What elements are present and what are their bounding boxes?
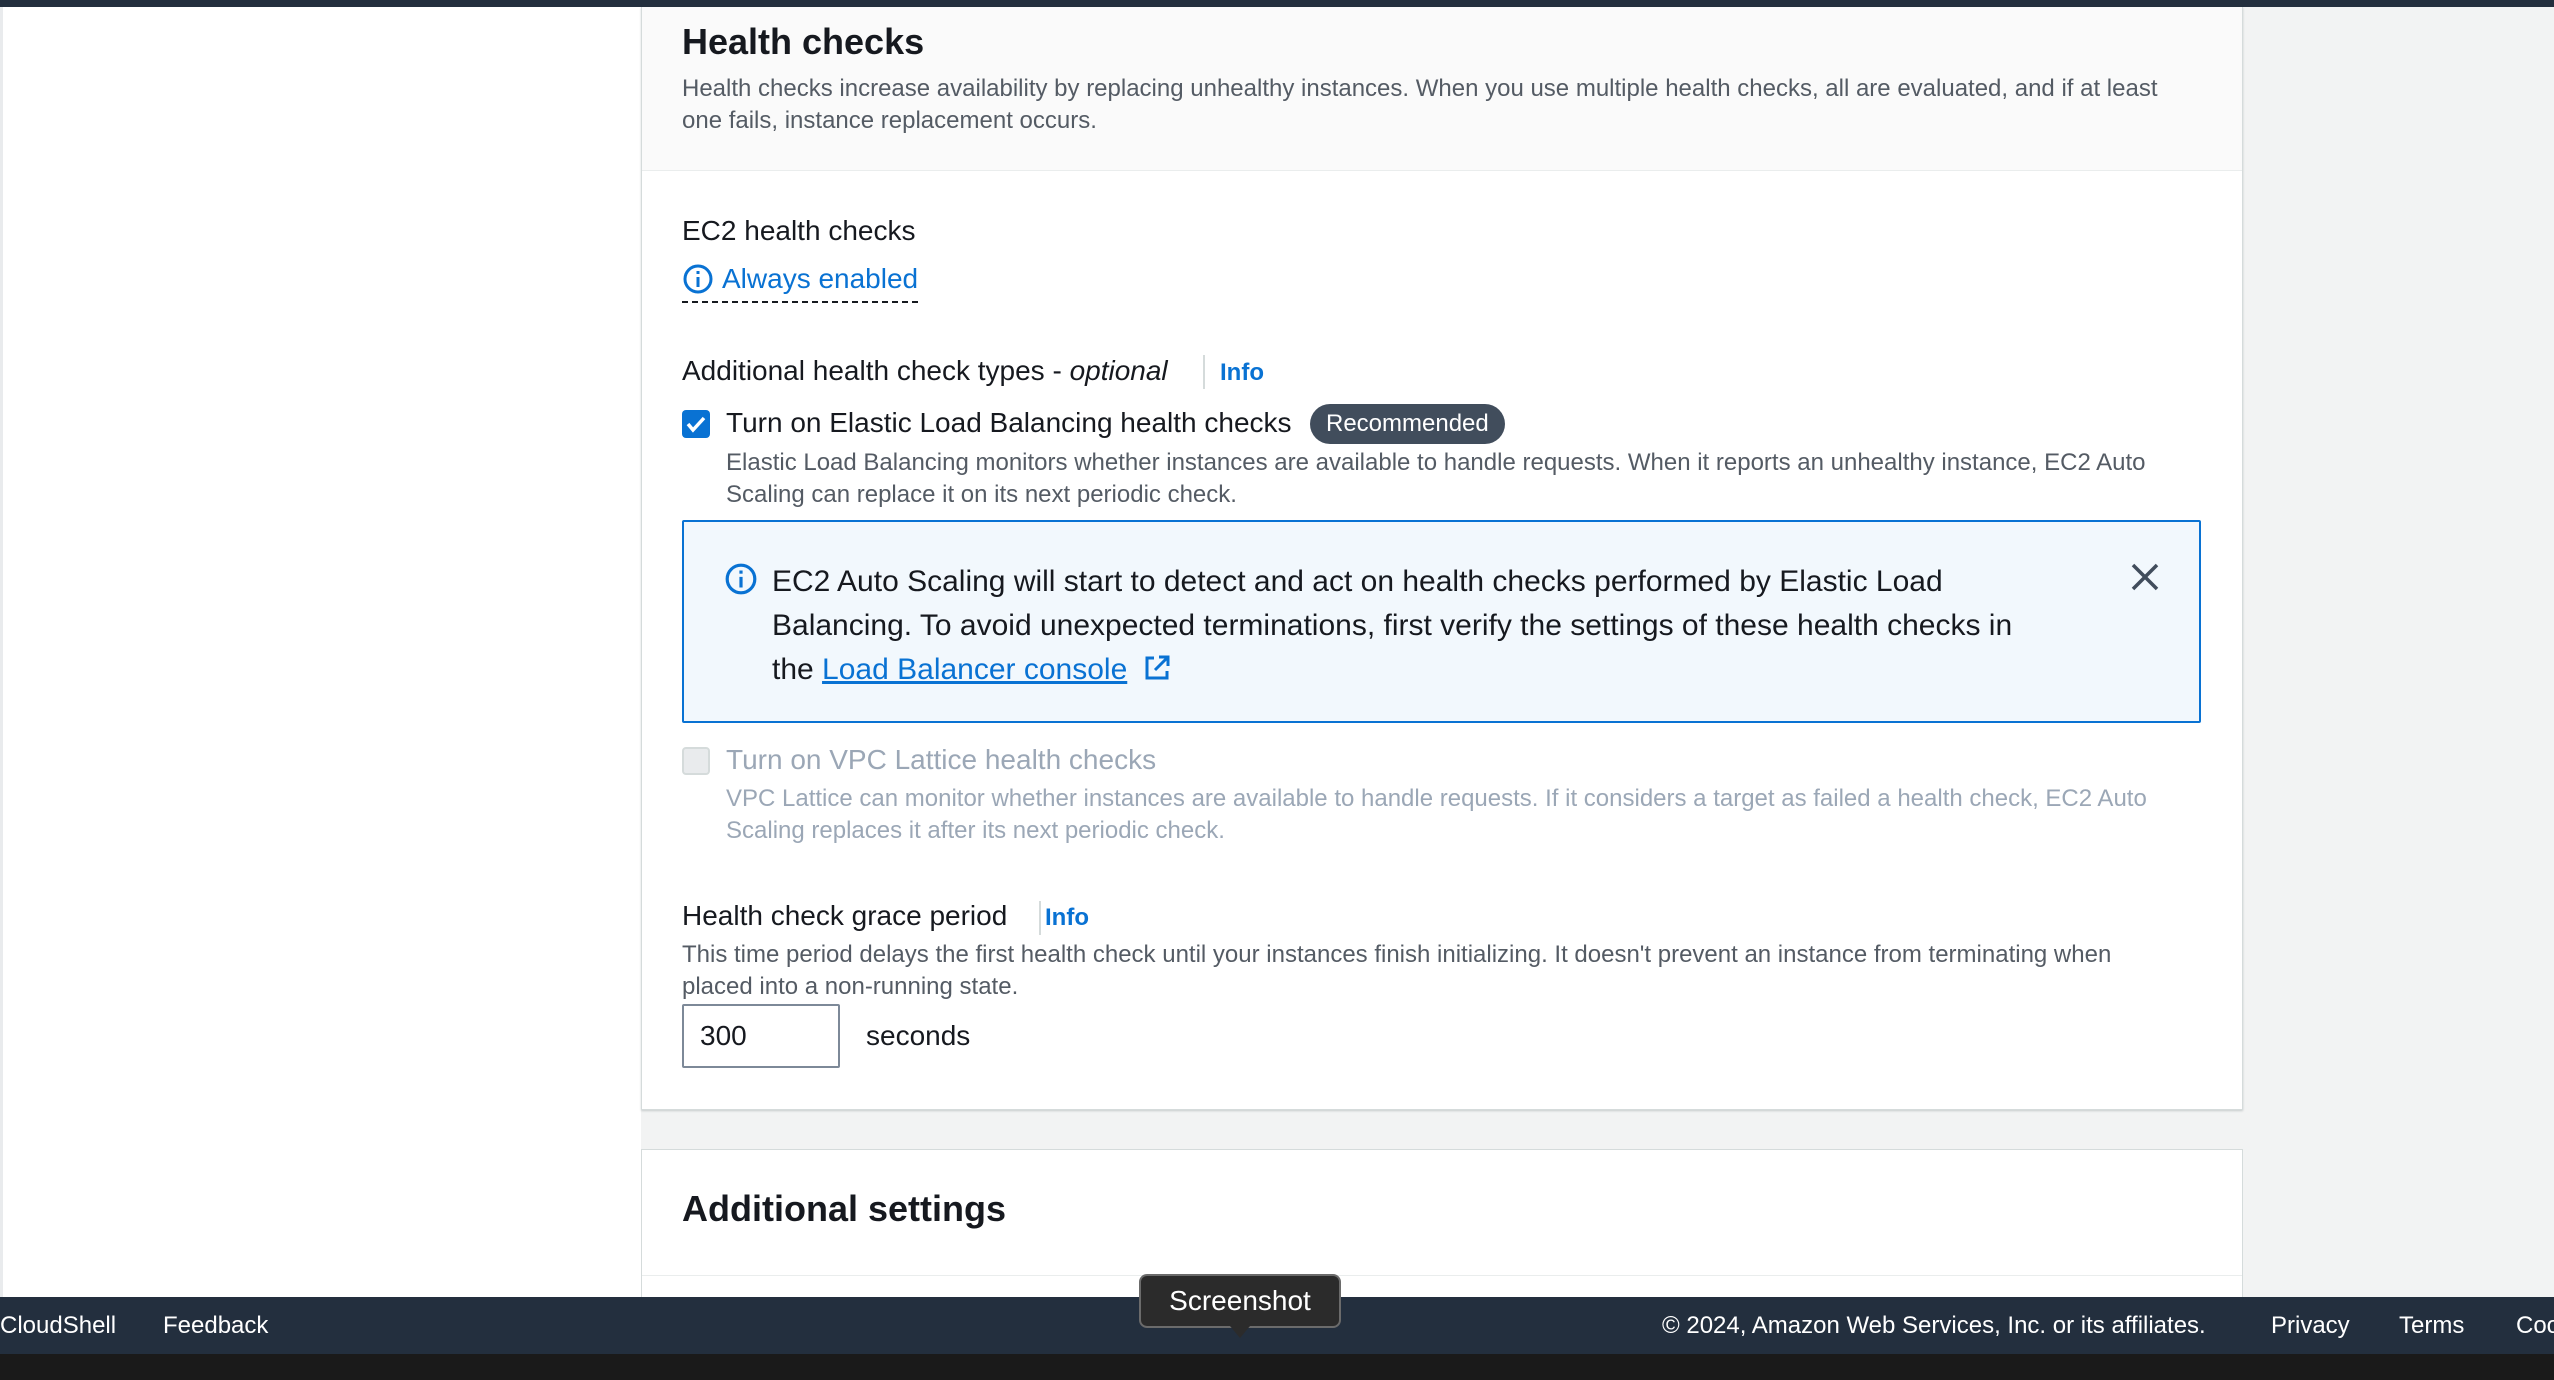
copyright-text: © 2024, Amazon Web Services, Inc. or its… — [1662, 1312, 2206, 1339]
info-circle-icon — [725, 563, 757, 595]
additional-settings-panel: Additional settings — [641, 1149, 2243, 1309]
grace-period-label: Health check grace period — [682, 900, 1008, 931]
grace-period-description-line1: This time period delays the first health… — [682, 941, 2112, 968]
feedback-link[interactable]: Feedback — [163, 1312, 268, 1340]
additional-info-link[interactable]: Info — [1220, 359, 1264, 387]
elb-description-line1: Elastic Load Balancing monitors whether … — [726, 449, 2146, 476]
panel-header: Health checks Health checks increase ava… — [642, 7, 2242, 171]
vpc-lattice-checkbox[interactable] — [682, 747, 710, 775]
info-circle-icon — [683, 264, 713, 294]
always-enabled-status[interactable]: Always enabled — [682, 259, 919, 303]
grace-period-info-link[interactable]: Info — [1045, 904, 1089, 932]
alert-message: EC2 Auto Scaling will start to detect an… — [772, 565, 2013, 686]
cookie-preferences-link[interactable]: Coo — [2516, 1312, 2554, 1340]
panel-description-line2: one fails, instance replacement occurs. — [682, 107, 1097, 134]
top-nav-bar — [0, 0, 2554, 7]
privacy-link[interactable]: Privacy — [2271, 1312, 2350, 1340]
vpc-lattice-label: Turn on VPC Lattice health checks — [726, 744, 1157, 775]
additional-health-check-types-label: Additional health check types - optional — [682, 355, 1168, 386]
screenshot-tooltip: Screenshot — [1139, 1274, 1341, 1328]
additional-settings-title: Additional settings — [682, 1188, 1006, 1229]
tooltip-arrow — [1230, 1326, 1250, 1338]
os-taskbar — [0, 1354, 2554, 1380]
vpc-lattice-description-line1: VPC Lattice can monitor whether instance… — [726, 785, 2147, 812]
panel-description-line1: Health checks increase availability by r… — [682, 75, 2158, 102]
terms-link[interactable]: Terms — [2399, 1312, 2464, 1340]
load-balancer-console-link[interactable]: Load Balancer console — [822, 653, 1127, 686]
sidebar-edge — [0, 7, 3, 1297]
cloudshell-link[interactable]: CloudShell — [0, 1312, 116, 1340]
close-icon[interactable] — [2130, 562, 2160, 592]
elb-description-line2: Scaling can replace it on its next perio… — [726, 481, 1237, 508]
external-link-icon[interactable] — [1142, 653, 1172, 683]
elb-info-alert: EC2 Auto Scaling will start to detect an… — [682, 520, 2201, 723]
seconds-unit-label: seconds — [866, 1020, 971, 1051]
recommended-badge: Recommended — [1310, 404, 1505, 444]
elb-health-check-checkbox[interactable] — [682, 410, 710, 438]
panel-title: Health checks — [682, 21, 925, 62]
elb-health-check-label[interactable]: Turn on Elastic Load Balancing health ch… — [726, 407, 1292, 439]
health-checks-panel: Health checks Health checks increase ava… — [641, 7, 2243, 1110]
label-separator — [1203, 355, 1205, 389]
grace-period-input[interactable] — [682, 1004, 840, 1068]
vpc-lattice-description-line2: Scaling replaces it after its next perio… — [726, 817, 1225, 844]
grace-period-description-line2: placed into a non-running state. — [682, 973, 1019, 1000]
checkmark-icon — [686, 416, 706, 433]
ec2-health-checks-label: EC2 health checks — [682, 215, 916, 246]
always-enabled-text: Always enabled — [722, 263, 919, 294]
label-separator — [1039, 901, 1041, 935]
panel-divider — [642, 1275, 2242, 1276]
left-panel — [3, 7, 641, 1297]
